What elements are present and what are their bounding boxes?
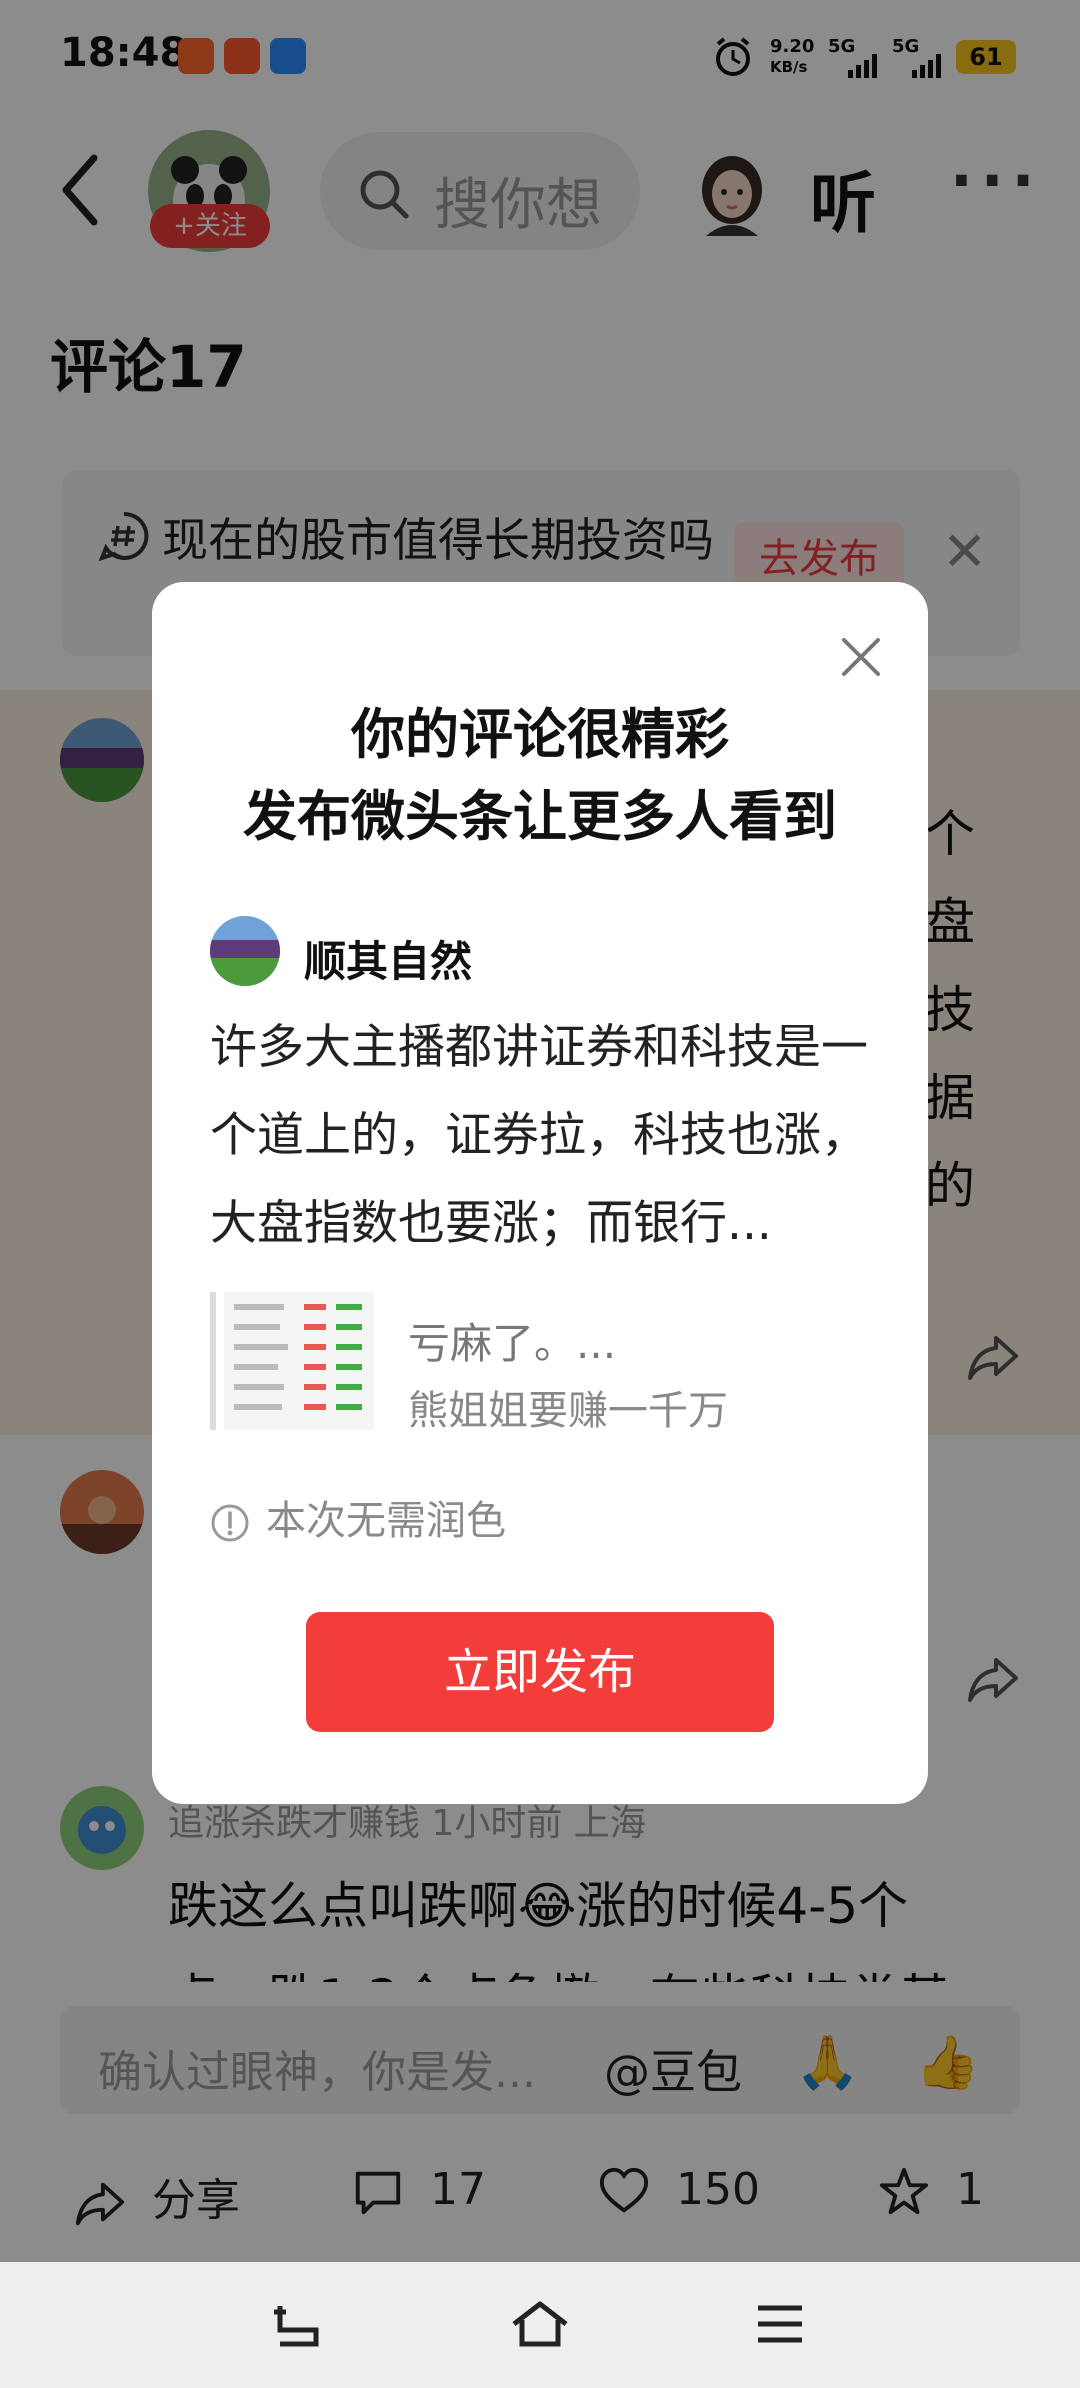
modal-subtitle: 发布微头条让更多人看到 xyxy=(243,785,837,848)
system-navigation-bar xyxy=(0,2262,1080,2388)
menu-nav-icon[interactable] xyxy=(754,2302,806,2346)
quote-bar xyxy=(210,1292,216,1430)
quote-thumbnail xyxy=(224,1292,374,1430)
back-nav-icon[interactable] xyxy=(272,2300,326,2350)
publish-now-button[interactable]: 立即发布 xyxy=(306,1612,774,1732)
quote-text: 亏麻了。... xyxy=(408,1319,617,1368)
hint-text: 本次无需润色 xyxy=(266,1498,506,1544)
polish-hint: 本次无需润色 xyxy=(210,1488,506,1546)
info-icon xyxy=(211,1504,249,1542)
close-icon[interactable] xyxy=(836,632,886,682)
publish-suggestion-modal: 你的评论很精彩 发布微头条让更多人看到 顺其自然 许多大主播都讲证券和科技是一个… xyxy=(152,582,928,1804)
home-nav-icon[interactable] xyxy=(510,2298,570,2350)
username: 顺其自然 xyxy=(304,937,473,986)
quote-author: 熊姐姐要赚一千万 xyxy=(408,1388,728,1434)
quoted-post: 亏麻了。... 熊姐姐要赚一千万 xyxy=(210,1292,870,1434)
comment-body: 许多大主播都讲证券和科技是一个道上的，证券拉，科技也涨，大盘指数也要涨；而银行.… xyxy=(210,1020,868,1251)
modal-title: 你的评论很精彩 xyxy=(351,703,729,766)
user-avatar xyxy=(210,916,280,986)
